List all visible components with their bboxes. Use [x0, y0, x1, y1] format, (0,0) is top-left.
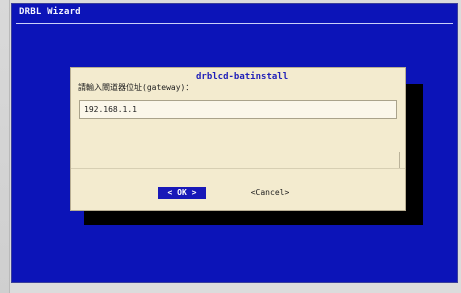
- gateway-dialog: drblcd-batinstall 請輸入閘道器位址(gateway)： 192…: [70, 67, 406, 211]
- gateway-input[interactable]: 192.168.1.1: [79, 100, 397, 119]
- screen-title: DRBL Wizard: [19, 7, 81, 17]
- gateway-input-value: 192.168.1.1: [84, 105, 137, 114]
- title-rule: [16, 23, 453, 24]
- gateway-prompt: 請輸入閘道器位址(gateway)：: [78, 83, 194, 92]
- cancel-button[interactable]: <Cancel>: [246, 187, 294, 199]
- app-frame: DRBL Wizard drblcd-batinstall 請輸入閘道器位址(g…: [0, 0, 461, 293]
- left-window-edge: [0, 0, 10, 293]
- dialog-divider: [71, 168, 405, 169]
- scroll-indicator: [399, 152, 400, 168]
- dialog-title: drblcd-batinstall: [196, 72, 289, 82]
- installer-screen: DRBL Wizard drblcd-batinstall 請輸入閘道器位址(g…: [11, 3, 458, 283]
- ok-button[interactable]: < OK >: [158, 187, 206, 199]
